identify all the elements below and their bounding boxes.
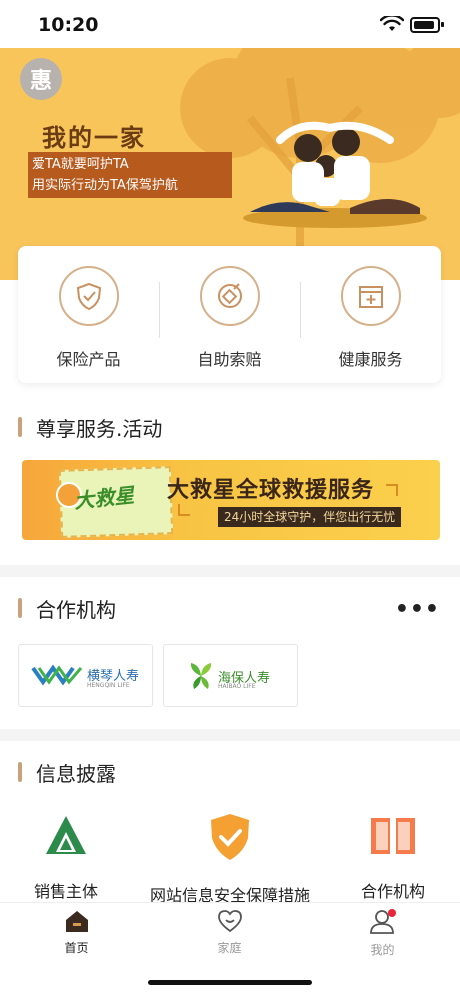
section-title-partners: 合作机构 bbox=[18, 594, 116, 623]
status-bar: 10:20 bbox=[0, 0, 460, 48]
partner-hengqin[interactable]: 横琴人寿 HENGQIN LIFE bbox=[18, 644, 153, 707]
menu-health-services[interactable]: 健康服务 bbox=[300, 266, 441, 370]
menu-insurance-products[interactable]: 保险产品 bbox=[18, 266, 159, 370]
info-partner-institutions[interactable]: 合作机构 bbox=[350, 812, 436, 902]
app-logo[interactable]: 惠 bbox=[20, 58, 62, 100]
quick-menu-card: 保险产品 自助索赔 健康服务 bbox=[18, 246, 441, 383]
tab-me[interactable]: 我的 bbox=[306, 909, 459, 958]
medical-kit-icon bbox=[358, 286, 383, 308]
info-sales-entity[interactable]: 销售主体 bbox=[24, 812, 108, 902]
claim-target-icon bbox=[217, 283, 242, 308]
banner-title: 大救星全球救援服务 bbox=[167, 478, 375, 503]
heart-face-icon bbox=[217, 910, 242, 933]
tab-home[interactable]: 首页 bbox=[0, 909, 153, 956]
more-button[interactable]: ••• bbox=[395, 597, 440, 622]
shield-check-icon bbox=[76, 282, 101, 311]
partner-haibao[interactable]: 海保人寿 HAIBAO LIFE bbox=[163, 644, 298, 707]
wifi-icon bbox=[380, 16, 404, 31]
section-title-info: 信息披露 bbox=[18, 758, 116, 787]
mountain-logo-icon bbox=[46, 816, 86, 854]
home-icon bbox=[65, 911, 88, 932]
rescue-service-banner[interactable]: 大救星 大救星全球救援服务 24小时全球守护，伴您出行无忧 bbox=[22, 460, 440, 540]
book-icon bbox=[371, 818, 415, 854]
hengqin-logo-icon bbox=[31, 664, 83, 686]
banner-subtitle: 24小时全球守护，伴您出行无忧 bbox=[218, 507, 402, 527]
family-illustration bbox=[243, 121, 427, 228]
tab-family[interactable]: 家庭 bbox=[153, 909, 306, 956]
hero-title: 我的一家 bbox=[42, 124, 146, 152]
home-indicator bbox=[148, 980, 312, 985]
status-time: 10:20 bbox=[38, 14, 99, 36]
haibao-logo-icon bbox=[190, 663, 212, 689]
section-title-service: 尊享服务.活动 bbox=[18, 413, 162, 442]
battery-icon bbox=[410, 17, 440, 33]
menu-self-claim[interactable]: 自助索赔 bbox=[159, 266, 300, 370]
shield-check-icon bbox=[211, 814, 249, 860]
info-security-measures[interactable]: 网站信息安全保障措施 bbox=[140, 812, 320, 906]
user-icon bbox=[369, 909, 396, 934]
hero-subtitle: 爱TA就要呵护TA 用实际行动为TA保驾护航 bbox=[28, 152, 232, 198]
